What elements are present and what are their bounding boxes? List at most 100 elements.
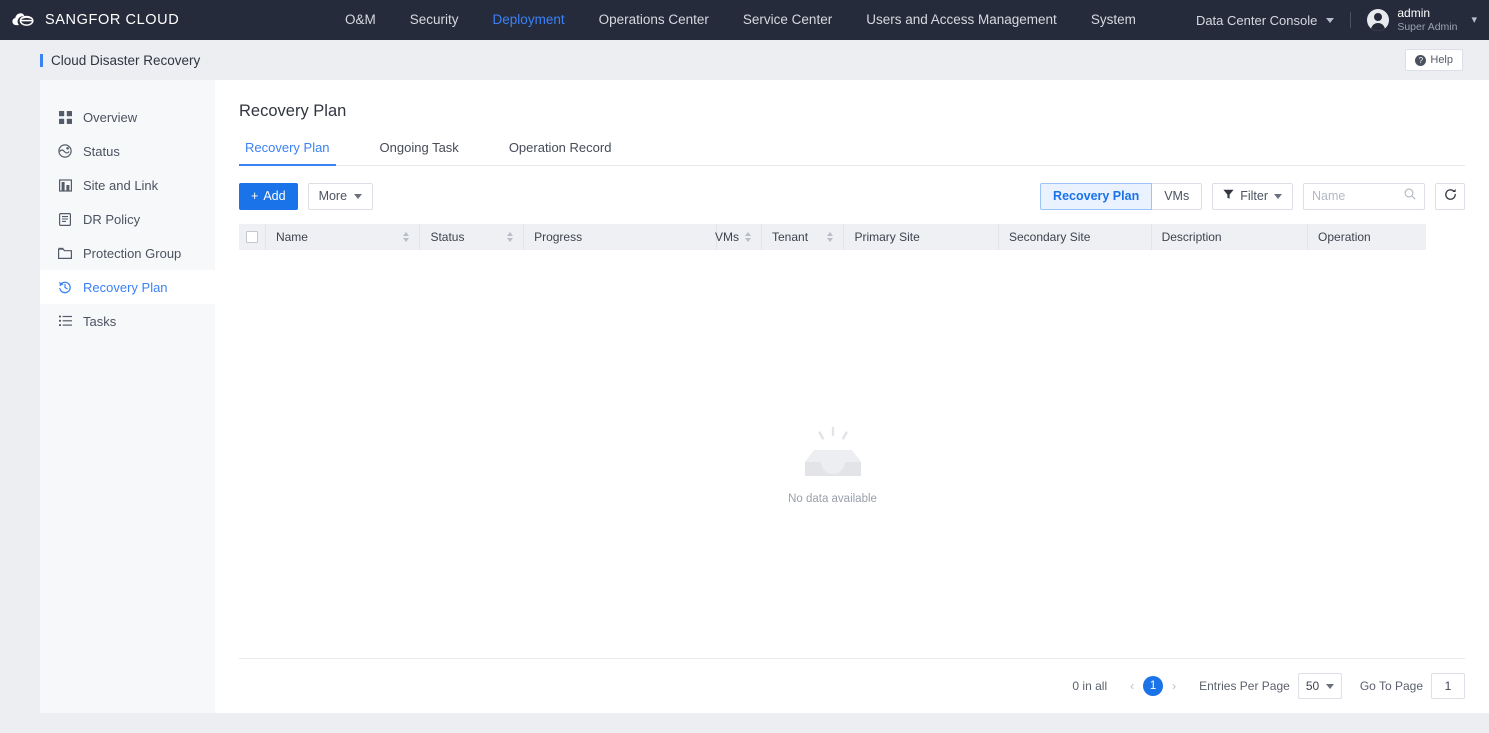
column-label: Description	[1161, 230, 1222, 244]
help-button[interactable]: ? Help	[1405, 49, 1463, 71]
topnav-item-users-and-access-management[interactable]: Users and Access Management	[849, 0, 1074, 40]
user-menu[interactable]: admin Super Admin ▾	[1367, 6, 1477, 33]
chevron-down-icon	[354, 193, 363, 199]
top-nav-items: O&M Security Deployment Operations Cente…	[328, 0, 1153, 40]
column-header-name[interactable]: Name	[266, 224, 421, 250]
page-shell: Overview Status Site and Link DR Policy …	[0, 80, 1489, 713]
go-to-page-label: Go To Page	[1359, 679, 1423, 693]
sidebar-item-protection-group[interactable]: Protection Group	[40, 236, 215, 270]
sidebar-item-status[interactable]: Status	[40, 134, 215, 168]
column-header-primary-site: Primary Site	[844, 224, 999, 250]
empty-state-text: No data available	[788, 492, 877, 505]
breadcrumb-bar: Cloud Disaster Recovery ? Help	[0, 40, 1489, 80]
column-label: VMs	[715, 230, 739, 244]
console-selector-label: Data Center Console	[1195, 12, 1318, 28]
topnav-item-operations-center[interactable]: Operations Center	[582, 0, 726, 40]
add-button-label: Add	[263, 189, 286, 203]
refresh-button[interactable]	[1435, 182, 1465, 210]
folder-icon	[58, 246, 72, 260]
question-circle-icon: ?	[1415, 54, 1427, 66]
sidebar-item-label: Recovery Plan	[83, 279, 168, 295]
page-title: Cloud Disaster Recovery	[51, 52, 201, 68]
sidebar-item-label: DR Policy	[83, 211, 141, 227]
brand-logo-area[interactable]: SANGFOR CLOUD	[0, 10, 300, 30]
document-icon	[58, 212, 72, 226]
empty-inbox-icon	[801, 426, 865, 483]
chevron-left-icon[interactable]: ‹	[1121, 679, 1143, 693]
sidebar-item-tasks[interactable]: Tasks	[40, 304, 215, 338]
funnel-icon	[1223, 189, 1234, 203]
help-button-label: Help	[1430, 54, 1453, 66]
data-table: Name Status Progress VMs Tenant Primary …	[239, 224, 1426, 680]
search-box[interactable]	[1303, 182, 1425, 210]
column-header-status[interactable]: Status	[420, 224, 525, 250]
column-header-vms[interactable]: VMs	[715, 224, 762, 250]
entries-per-page-label: Entries Per Page	[1199, 679, 1290, 693]
console-selector[interactable]: Data Center Console	[1195, 12, 1335, 28]
column-header-operation: Operation	[1308, 224, 1426, 250]
user-name: admin	[1397, 6, 1431, 21]
table-header-row: Name Status Progress VMs Tenant Primary …	[239, 224, 1426, 250]
view-toggle-group: Recovery Plan VMs	[1040, 182, 1203, 210]
column-label: Operation	[1318, 230, 1371, 244]
status-circle-icon	[58, 144, 72, 158]
sidebar-item-label: Overview	[83, 109, 138, 125]
add-button[interactable]: + Add	[239, 182, 298, 210]
total-count-label: 0 in all	[1072, 679, 1108, 693]
go-to-page-input[interactable]	[1431, 673, 1465, 699]
sidebar-item-recovery-plan[interactable]: Recovery Plan	[40, 270, 215, 304]
entries-per-page-select[interactable]: 50	[1297, 673, 1342, 699]
refresh-icon	[1444, 188, 1457, 204]
topnav-item-security[interactable]: Security	[393, 0, 476, 40]
sort-icon[interactable]	[403, 232, 410, 242]
topnav-item-service-center[interactable]: Service Center	[726, 0, 849, 40]
column-label: Status	[430, 230, 465, 244]
sidebar-item-dr-policy[interactable]: DR Policy	[40, 202, 215, 236]
chevron-down-icon	[1274, 193, 1282, 199]
divider	[1350, 12, 1352, 28]
chevron-right-icon[interactable]: ›	[1163, 679, 1185, 693]
select-all-checkbox[interactable]	[245, 231, 258, 243]
column-label: Primary Site	[854, 230, 920, 244]
filter-button[interactable]: Filter	[1212, 182, 1293, 210]
column-label: Secondary Site	[1008, 230, 1091, 244]
column-label: Name	[275, 230, 308, 244]
sort-icon[interactable]	[827, 232, 834, 242]
avatar	[1367, 8, 1390, 31]
column-header-description: Description	[1152, 224, 1309, 250]
sidebar-item-label: Protection Group	[83, 245, 182, 261]
filter-button-label: Filter	[1240, 189, 1268, 203]
sort-icon[interactable]	[507, 232, 514, 242]
search-input[interactable]	[1312, 189, 1404, 203]
column-header-progress: Progress	[524, 224, 717, 250]
sidebar-item-overview[interactable]: Overview	[40, 100, 215, 134]
more-button-label: More	[318, 189, 348, 203]
top-navigation-bar: SANGFOR CLOUD O&M Security Deployment Op…	[0, 0, 1489, 40]
topnav-item-om[interactable]: O&M	[328, 0, 393, 40]
sidebar: Overview Status Site and Link DR Policy …	[40, 80, 215, 713]
tab-operation-record[interactable]: Operation Record	[503, 140, 618, 166]
select-all-header	[239, 224, 266, 250]
user-role: Super Admin	[1397, 20, 1458, 33]
content-title: Recovery Plan	[239, 102, 347, 120]
sidebar-item-label: Site and Link	[83, 177, 159, 193]
sort-icon[interactable]	[745, 232, 751, 242]
more-button[interactable]: More	[307, 182, 374, 210]
topnav-item-system[interactable]: System	[1074, 0, 1153, 40]
sidebar-item-site-and-link[interactable]: Site and Link	[40, 168, 215, 202]
view-toggle-vms[interactable]: VMs	[1152, 182, 1203, 210]
chevron-down-icon	[1326, 17, 1335, 23]
view-toggle-recovery-plan[interactable]: Recovery Plan	[1040, 182, 1153, 210]
tab-ongoing-task[interactable]: Ongoing Task	[374, 140, 465, 166]
entries-per-page-value: 50	[1305, 679, 1320, 693]
toolbar: + Add More Recovery Plan VMs Filter	[239, 182, 1465, 210]
site-building-icon	[58, 178, 72, 192]
page-number-1[interactable]: 1	[1143, 676, 1164, 696]
column-label: Tenant	[772, 230, 809, 244]
brand-name: SANGFOR CLOUD	[45, 12, 180, 28]
topnav-item-deployment[interactable]: Deployment	[476, 0, 582, 40]
tab-bar: Recovery Plan Ongoing Task Operation Rec…	[239, 139, 1465, 166]
column-label: Progress	[534, 230, 583, 244]
column-header-tenant[interactable]: Tenant	[762, 224, 845, 250]
tab-recovery-plan[interactable]: Recovery Plan	[239, 140, 336, 166]
